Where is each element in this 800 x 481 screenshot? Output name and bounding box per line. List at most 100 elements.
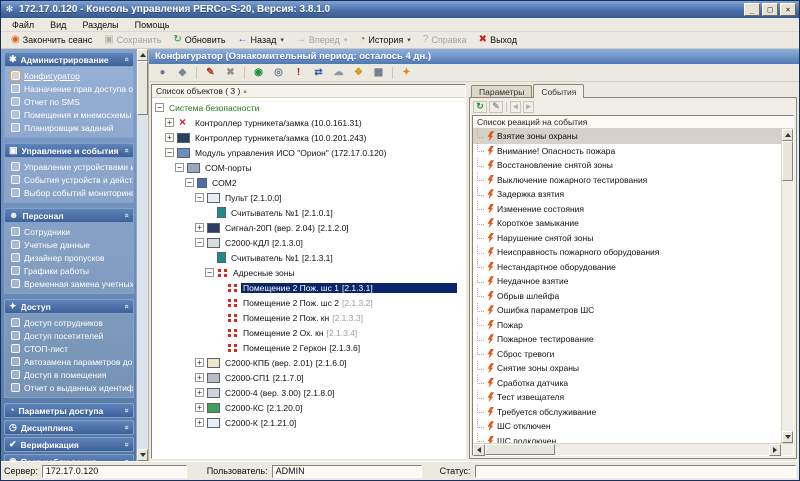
sidebar-section-header[interactable]: ◷Дисциплина» bbox=[4, 420, 134, 435]
sidebar-item[interactable]: Учетные данные bbox=[5, 238, 133, 251]
expand-icon[interactable]: + bbox=[165, 118, 174, 127]
reaction-list-item[interactable]: Неудачное взятие bbox=[473, 274, 781, 289]
menu-item[interactable]: Помощь bbox=[127, 20, 178, 30]
scroll-left-button[interactable] bbox=[473, 444, 485, 456]
scroll-down-button[interactable] bbox=[782, 431, 793, 443]
collapse-icon[interactable]: − bbox=[195, 238, 204, 247]
reaction-list-item[interactable]: Пожарное тестирование bbox=[473, 332, 781, 347]
reaction-list-item[interactable]: Взятие зоны охраны bbox=[473, 129, 781, 144]
toolbar-button[interactable]: ↻Обновить bbox=[167, 34, 231, 46]
object-toolbar-button[interactable]: ◎ bbox=[269, 65, 288, 80]
tree-item[interactable]: −COM2 bbox=[152, 175, 465, 190]
reaction-list-item[interactable]: Неисправность пожарного оборудования bbox=[473, 245, 781, 260]
sidebar-item[interactable]: Доступ сотрудников bbox=[5, 316, 133, 329]
sidebar-item[interactable]: Графики работы bbox=[5, 264, 133, 277]
collapse-icon[interactable]: − bbox=[205, 268, 214, 277]
reaction-list-item[interactable]: Снятие зоны охраны bbox=[473, 361, 781, 376]
sidebar-item[interactable]: Конфигуратор bbox=[5, 69, 133, 82]
sidebar-item[interactable]: Управление устройствами и... bbox=[5, 160, 133, 173]
tree-item[interactable]: +Контроллер турникета/замка (10.0.201.24… bbox=[152, 130, 465, 145]
reaction-list-item[interactable]: ШС отключен bbox=[473, 419, 781, 434]
scrollbar-track[interactable] bbox=[555, 444, 769, 455]
tree-item[interactable]: Помещение 2 Пож. кн[2.1.3.3] bbox=[152, 310, 465, 325]
object-toolbar-button[interactable]: ✦ bbox=[397, 65, 416, 80]
collapse-chevron-icon[interactable]: « bbox=[122, 57, 131, 61]
menu-item[interactable]: Файл bbox=[4, 20, 42, 30]
dropdown-caret-icon[interactable]: ▾ bbox=[280, 36, 284, 44]
tree-item[interactable]: Помещение 2 Пож. шс 1[2.1.3.1] bbox=[152, 280, 465, 295]
sidebar-section-header[interactable]: ✦Доступ« bbox=[4, 299, 134, 314]
reaction-list-item[interactable]: Сработка датчика bbox=[473, 376, 781, 391]
reaction-list-item[interactable]: Сброс тревоги bbox=[473, 347, 781, 362]
sidebar-section-header[interactable]: ✔Верификация» bbox=[4, 437, 134, 452]
object-toolbar-button[interactable]: ▦ bbox=[369, 65, 388, 80]
expand-icon[interactable]: + bbox=[195, 373, 204, 382]
tree-item[interactable]: +С2000-КС[2.1.20.0] bbox=[152, 400, 465, 415]
scrollbar-thumb[interactable] bbox=[137, 61, 148, 115]
sidebar-item[interactable]: Планировщик заданий bbox=[5, 121, 133, 134]
expand-chevron-icon[interactable]: » bbox=[122, 442, 131, 446]
tree-header[interactable]: Список объектов ( 3 ) ▴ bbox=[152, 85, 465, 98]
tree-item[interactable]: +С2000-КПБ (вер. 2.01)[2.1.6.0] bbox=[152, 355, 465, 370]
object-toolbar-button[interactable]: ✖ bbox=[221, 65, 240, 80]
toolbar-button[interactable]: ◉Закончить сеанс bbox=[5, 34, 98, 46]
object-toolbar-button[interactable]: ◆ bbox=[173, 65, 192, 80]
reaction-list-item[interactable]: Задержка взятия bbox=[473, 187, 781, 202]
sidebar-item[interactable]: Автозамена параметров до... bbox=[5, 355, 133, 368]
reaction-list-item[interactable]: Обрыв шлейфа bbox=[473, 289, 781, 304]
expand-icon[interactable]: + bbox=[195, 403, 204, 412]
reactions-hscrollbar[interactable] bbox=[473, 443, 793, 455]
scroll-up-button[interactable] bbox=[782, 129, 793, 141]
sidebar-item[interactable]: Сотрудники bbox=[5, 225, 133, 238]
sidebar-item[interactable]: Отчет о выданных идентиф... bbox=[5, 381, 133, 394]
sidebar-item[interactable]: События устройств и дейст... bbox=[5, 173, 133, 186]
reaction-list-item[interactable]: Ошибка параметров ШС bbox=[473, 303, 781, 318]
menu-item[interactable]: Вид bbox=[42, 20, 74, 30]
expand-icon[interactable]: + bbox=[195, 223, 204, 232]
tree-item[interactable]: Считыватель №1[2.1.0.1] bbox=[152, 205, 465, 220]
reaction-list-item[interactable]: Восстановление снятой зоны bbox=[473, 158, 781, 173]
tree-item[interactable]: −С2000-КДЛ[2.1.3.0] bbox=[152, 235, 465, 250]
collapse-chevron-icon[interactable]: « bbox=[122, 148, 131, 152]
reaction-list-item[interactable]: Пожар bbox=[473, 318, 781, 333]
tree-item[interactable]: −COM-порты bbox=[152, 160, 465, 175]
tree-item[interactable]: −Модуль управления ИСО "Орион" (172.17.0… bbox=[152, 145, 465, 160]
tree-item[interactable]: +С2000-К[2.1.21.0] bbox=[152, 415, 465, 430]
reaction-list-item[interactable]: Выключение пожарного тестирования bbox=[473, 173, 781, 188]
reaction-list-item[interactable]: Тест извещателя bbox=[473, 390, 781, 405]
sidebar-item[interactable]: Дизайнер пропусков bbox=[5, 251, 133, 264]
expand-chevron-icon[interactable]: » bbox=[122, 425, 131, 429]
expand-icon[interactable]: + bbox=[165, 133, 174, 142]
tree-item[interactable]: Помещение 2 Пож. шс 2[2.1.3.2] bbox=[152, 295, 465, 310]
reaction-list-item[interactable]: Требуется обслуживание bbox=[473, 405, 781, 420]
tree-item[interactable]: −Адресные зоны bbox=[152, 265, 465, 280]
expand-chevron-icon[interactable]: » bbox=[122, 459, 131, 461]
collapse-icon[interactable]: − bbox=[155, 103, 164, 112]
scroll-up-button[interactable] bbox=[137, 49, 148, 61]
sidebar-item[interactable]: Временная замена учетных ... bbox=[5, 277, 133, 290]
expand-icon[interactable]: + bbox=[195, 388, 204, 397]
expand-icon[interactable]: + bbox=[195, 418, 204, 427]
sidebar-item[interactable]: Назначение прав доступа о... bbox=[5, 82, 133, 95]
maximize-button[interactable]: □ bbox=[762, 3, 778, 16]
tree-item[interactable]: Помещение 2 Геркон[2.1.3.6] bbox=[152, 340, 465, 355]
reaction-list-item[interactable]: ШС подключен bbox=[473, 434, 781, 444]
tree-item[interactable]: Помещение 2 Ох. кн[2.1.3.4] bbox=[152, 325, 465, 340]
sidebar-section-header[interactable]: ✱Администрирование« bbox=[4, 52, 134, 67]
toolbar-button[interactable]: ✖Выход bbox=[473, 34, 523, 46]
minimize-button[interactable]: _ bbox=[744, 3, 760, 16]
sidebar-section-header[interactable]: ◉Пост наблюдения» bbox=[4, 454, 134, 461]
object-toolbar-button[interactable]: ☁ bbox=[329, 65, 348, 80]
sidebar-item[interactable]: СТОП-лист bbox=[5, 342, 133, 355]
sidebar-section-header[interactable]: ☻Персонал« bbox=[4, 208, 134, 223]
tree-item[interactable]: +Сигнал-20П (вер. 2.04)[2.1.2.0] bbox=[152, 220, 465, 235]
reaction-list-item[interactable]: Изменение состояния bbox=[473, 202, 781, 217]
collapse-icon[interactable]: − bbox=[185, 178, 194, 187]
reaction-list-item[interactable]: Внимание! Опасность пожара bbox=[473, 144, 781, 159]
toolbar-button[interactable]: ◔История▾ bbox=[353, 34, 416, 46]
sidebar-item[interactable]: Отчет по SMS bbox=[5, 95, 133, 108]
scroll-down-button[interactable] bbox=[137, 449, 148, 461]
tree-item[interactable]: +Контроллер турникета/замка (10.0.161.31… bbox=[152, 115, 465, 130]
object-toolbar-button[interactable]: ◉ bbox=[249, 65, 268, 80]
collapse-chevron-icon[interactable]: « bbox=[122, 213, 131, 217]
